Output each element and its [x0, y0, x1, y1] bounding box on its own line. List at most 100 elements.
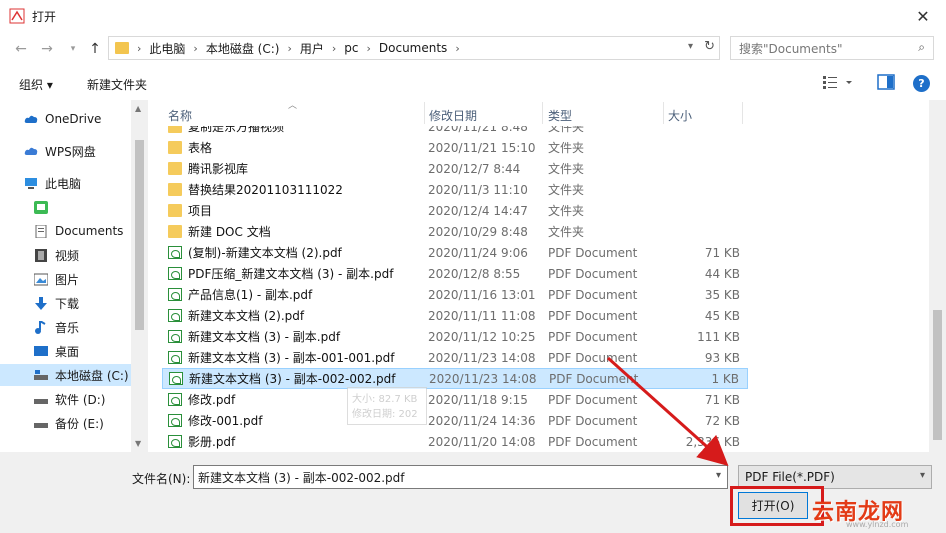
file-date: 2020/11/16 13:01: [428, 287, 536, 302]
sidebar-item-label: 视频: [55, 248, 80, 263]
filename-label: 文件名(N):: [132, 472, 191, 486]
cloud-icon: [24, 147, 38, 155]
pdf-app-icon: [9, 8, 25, 24]
pdf-file-icon: [168, 351, 182, 364]
file-row[interactable]: 新建文本文档 (3) - 副本-002-002.pdf 2020/11/23 14…: [162, 368, 748, 389]
column-date[interactable]: 修改日期: [429, 107, 477, 124]
folder-icon: [168, 225, 182, 238]
chevron-down-icon[interactable]: ▾: [920, 470, 925, 481]
file-size: 2,336 KB: [685, 434, 740, 449]
sidebar-item-local-disk-c[interactable]: 本地磁盘 (C:): [0, 364, 148, 386]
column-divider[interactable]: [742, 102, 743, 124]
filename-input[interactable]: 新建文本文档 (3) - 副本-002-002.pdf ▾: [193, 465, 728, 489]
file-type: PDF Document: [548, 245, 638, 260]
recent-locations-chevron-icon[interactable]: ▾: [64, 40, 82, 58]
breadcrumb-pc[interactable]: pc: [344, 41, 358, 55]
organize-button[interactable]: 组织 ▾: [19, 76, 53, 93]
sidebar-item-label: 音乐: [55, 320, 80, 335]
sidebar-item-music[interactable]: 音乐: [0, 316, 148, 338]
column-size[interactable]: 大小: [668, 107, 692, 124]
file-row[interactable]: 腾讯影视库 2020/12/7 8:44 文件夹: [162, 158, 748, 179]
breadcrumb-local-disk[interactable]: 本地磁盘 (C:): [206, 40, 280, 57]
pdf-file-icon: [169, 372, 183, 385]
sidebar-item-this-pc[interactable]: 此电脑: [0, 172, 148, 194]
file-row[interactable]: 新建文本文档 (2).pdf 2020/11/11 11:08 PDF Docume…: [162, 305, 748, 326]
sidebar-item-drive-d[interactable]: 软件 (D:): [0, 388, 148, 410]
sidebar-item-downloads[interactable]: 下载: [0, 292, 148, 314]
file-row[interactable]: PDF压缩_新建文本文档 (3) - 副本.pdf 2020/12/8 8:55 P…: [162, 263, 748, 284]
breadcrumb-documents[interactable]: Documents: [379, 41, 447, 55]
scrollbar-thumb[interactable]: [933, 310, 942, 440]
help-icon[interactable]: ?: [913, 75, 930, 92]
app-icon: [34, 200, 48, 214]
drive-icon: [34, 369, 48, 380]
file-list-scrollbar[interactable]: [929, 100, 946, 452]
chevron-right-icon[interactable]: ›: [447, 42, 467, 55]
file-row[interactable]: 新建文本文档 (3) - 副本.pdf 2020/11/12 10:25 PDF D…: [162, 326, 748, 347]
file-row[interactable]: 新建文本文档 (3) - 副本-001-001.pdf 2020/11/23 14…: [162, 347, 748, 368]
file-row[interactable]: 修改-001.pdf 2020/11/24 14:36 PDF Document 72…: [162, 410, 748, 431]
sidebar-item-onedrive[interactable]: OneDrive: [0, 108, 148, 130]
address-bar[interactable]: › 此电脑 › 本地磁盘 (C:) › 用户 › pc › Documents …: [108, 36, 720, 60]
file-row[interactable]: 修改.pdf 2020/11/18 9:15 PDF Document 71 KB: [162, 389, 748, 410]
chevron-right-icon[interactable]: ›: [279, 42, 299, 55]
forward-arrow-icon[interactable]: →: [38, 40, 56, 58]
file-row[interactable]: 产品信息(1) - 副本.pdf 2020/11/16 13:01 PDF Docu…: [162, 284, 748, 305]
file-row[interactable]: 表格 2020/11/21 15:10 文件夹: [162, 137, 748, 158]
back-arrow-icon[interactable]: ←: [12, 40, 30, 58]
filter-value: PDF File(*.PDF): [745, 470, 835, 484]
file-row[interactable]: 项目 2020/12/4 14:47 文件夹: [162, 200, 748, 221]
pdf-file-icon: [168, 246, 182, 259]
file-row[interactable]: (复制)-新建文本文档 (2).pdf 2020/11/24 9:06 PDF Do…: [162, 242, 748, 263]
scroll-down-icon[interactable]: ▼: [135, 439, 141, 448]
search-box[interactable]: 搜索"Documents" ⌕: [730, 36, 934, 60]
file-row[interactable]: 替换结果20201103111022 2020/11/3 11:10 文件夹: [162, 179, 748, 200]
sidebar-item-documents[interactable]: Documents: [0, 220, 148, 242]
preview-pane-icon[interactable]: [877, 74, 895, 90]
computer-icon: [25, 177, 37, 189]
search-icon[interactable]: ⌕: [918, 40, 925, 55]
address-dropdown-icon[interactable]: ▾: [688, 41, 693, 52]
sidebar-item-drive-e[interactable]: 备份 (E:): [0, 412, 148, 434]
sidebar-item-wps[interactable]: WPS网盘: [0, 140, 148, 162]
view-options-icon[interactable]: [822, 74, 856, 90]
breadcrumb-users[interactable]: 用户: [300, 40, 324, 57]
column-header: ︿ 名称 修改日期 类型 大小: [150, 100, 930, 126]
file-type: PDF Document: [549, 371, 639, 386]
sidebar-item-app[interactable]: [0, 196, 148, 218]
chevron-down-icon[interactable]: ▾: [716, 470, 721, 481]
sidebar-item-videos[interactable]: 视频: [0, 244, 148, 266]
sidebar-item-pictures[interactable]: 图片: [0, 268, 148, 290]
file-row[interactable]: 影册.pdf 2020/11/20 14:08 PDF Document 2,336 …: [162, 431, 748, 452]
search-placeholder: 搜索"Documents": [739, 41, 843, 56]
column-name[interactable]: 名称: [168, 107, 192, 124]
refresh-icon[interactable]: ↻: [704, 39, 715, 54]
sidebar-scrollbar[interactable]: ▲ ▼: [131, 100, 148, 452]
chevron-right-icon[interactable]: ›: [185, 42, 205, 55]
column-divider[interactable]: [663, 102, 664, 124]
file-date: 2020/11/21 15:10: [428, 140, 536, 155]
column-divider[interactable]: [542, 102, 543, 124]
chevron-right-icon[interactable]: ›: [129, 42, 149, 55]
file-date: 2020/12/4 14:47: [428, 203, 528, 218]
scrollbar-thumb[interactable]: [135, 140, 144, 330]
tooltip-line: 修改日期: 202: [352, 409, 418, 420]
sidebar-item-desktop[interactable]: 桌面: [0, 340, 148, 362]
chevron-right-icon[interactable]: ›: [358, 42, 378, 55]
column-divider[interactable]: [424, 102, 425, 124]
file-row[interactable]: 新建 DOC 文档 2020/10/29 8:48 文件夹: [162, 221, 748, 242]
close-button[interactable]: ✕: [900, 0, 946, 32]
scroll-up-icon[interactable]: ▲: [135, 104, 141, 113]
chevron-right-icon[interactable]: ›: [324, 42, 344, 55]
new-folder-button[interactable]: 新建文件夹: [87, 76, 147, 93]
file-name: 新建文本文档 (3) - 副本.pdf: [188, 330, 341, 344]
sidebar-item-label: 桌面: [55, 344, 80, 359]
file-type: PDF Document: [548, 287, 638, 302]
file-name: 修改-001.pdf: [188, 414, 263, 428]
up-arrow-icon[interactable]: ↑: [86, 40, 104, 58]
breadcrumb-this-pc[interactable]: 此电脑: [149, 40, 185, 57]
column-type[interactable]: 类型: [548, 107, 572, 124]
file-size: 45 KB: [704, 308, 740, 323]
folder-icon: [168, 162, 182, 175]
file-name: 新建 DOC 文档: [188, 225, 271, 239]
